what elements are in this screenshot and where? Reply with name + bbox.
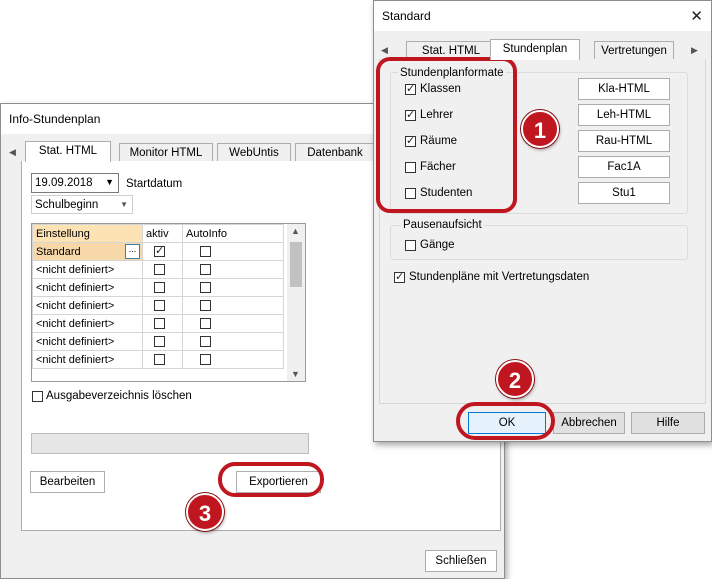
tab-stat-html[interactable]: Stat. HTML bbox=[25, 141, 111, 162]
table-scrollbar[interactable]: ▲ ▼ bbox=[287, 224, 305, 381]
tab-stundenplan[interactable]: Stundenplan bbox=[490, 39, 580, 60]
scrollbar-thumb[interactable] bbox=[290, 242, 302, 287]
callout-badge-3: 3 bbox=[186, 493, 224, 531]
faecher-format-field[interactable]: Fac1A bbox=[578, 156, 670, 178]
export-highlight-ring bbox=[218, 462, 324, 497]
autoinfo-checkbox[interactable] bbox=[200, 336, 211, 347]
aktiv-checkbox[interactable] bbox=[154, 282, 165, 293]
autoinfo-checkbox[interactable] bbox=[200, 300, 211, 311]
aktiv-checkbox[interactable] bbox=[154, 244, 165, 257]
studenten-format-field[interactable]: Stu1 bbox=[578, 182, 670, 204]
edit-button[interactable]: Bearbeiten bbox=[30, 471, 105, 493]
autoinfo-checkbox[interactable] bbox=[200, 282, 211, 293]
table-row[interactable]: <nicht definiert> bbox=[32, 350, 284, 369]
column-header-autoinfo[interactable]: AutoInfo bbox=[182, 224, 284, 243]
close-button[interactable]: Schließen bbox=[425, 550, 497, 572]
ellipsis-button[interactable]: ... bbox=[125, 244, 140, 259]
chevron-down-icon: ▼ bbox=[105, 177, 114, 187]
aktiv-checkbox[interactable] bbox=[154, 336, 165, 347]
tab-scroll-left-icon[interactable]: ◀ bbox=[9, 147, 16, 158]
tab-webuntis[interactable]: WebUntis bbox=[217, 143, 291, 161]
start-mode-value: Schulbeginn bbox=[35, 199, 99, 211]
with-substitutions-checkbox[interactable] bbox=[394, 270, 405, 283]
aktiv-checkbox[interactable] bbox=[154, 264, 165, 275]
table-row[interactable]: <nicht definiert> bbox=[32, 332, 284, 351]
setting-name: <nicht definiert> bbox=[32, 296, 143, 315]
tab-monitor-html[interactable]: Monitor HTML bbox=[119, 143, 213, 161]
table-row[interactable]: <nicht definiert> bbox=[32, 296, 284, 315]
tab-scroll-left-icon[interactable]: ◀ bbox=[381, 45, 388, 56]
start-date-value: 19.09.2018 bbox=[35, 177, 93, 189]
clear-output-checkbox[interactable] bbox=[32, 391, 43, 402]
with-substitutions-label: Stundenpläne mit Vertretungsdaten bbox=[409, 271, 590, 283]
callout-badge-2: 2 bbox=[496, 360, 534, 398]
progress-bar bbox=[31, 433, 309, 454]
scroll-down-icon[interactable]: ▼ bbox=[291, 369, 300, 379]
table-row[interactable]: <nicht definiert> bbox=[32, 278, 284, 297]
clear-output-label: Ausgabeverzeichnis löschen bbox=[46, 390, 192, 402]
aktiv-checkbox[interactable] bbox=[154, 354, 165, 365]
chevron-down-icon: ▼ bbox=[120, 200, 128, 209]
autoinfo-checkbox[interactable] bbox=[200, 246, 211, 257]
table-header-row: Einstellung aktiv AutoInfo bbox=[32, 224, 284, 243]
gaenge-checkbox[interactable] bbox=[405, 240, 416, 251]
scroll-up-icon[interactable]: ▲ bbox=[291, 226, 300, 236]
table-row[interactable]: <nicht definiert> bbox=[32, 314, 284, 333]
standard-titlebar: Standard ✕ bbox=[374, 1, 711, 31]
raeume-format-field[interactable]: Rau-HTML bbox=[578, 130, 670, 152]
info-window-title: Info-Stundenplan bbox=[9, 112, 101, 126]
help-button[interactable]: Hilfe bbox=[631, 412, 705, 434]
aktiv-checkbox[interactable] bbox=[154, 300, 165, 311]
callout-badge-1: 1 bbox=[521, 110, 559, 148]
cancel-button[interactable]: Abbrechen bbox=[553, 412, 625, 434]
start-date-label: Startdatum bbox=[126, 178, 183, 190]
klassen-format-field[interactable]: Kla-HTML bbox=[578, 78, 670, 100]
breaks-group-label: Pausenaufsicht bbox=[401, 219, 484, 231]
table-row[interactable]: <nicht definiert> bbox=[32, 260, 284, 279]
gaenge-label: Gänge bbox=[420, 239, 455, 251]
autoinfo-checkbox[interactable] bbox=[200, 264, 211, 275]
setting-name: <nicht definiert> bbox=[32, 278, 143, 297]
aktiv-checkbox[interactable] bbox=[154, 318, 165, 329]
autoinfo-checkbox[interactable] bbox=[200, 318, 211, 329]
start-date-picker[interactable]: 19.09.2018 ▼ bbox=[31, 173, 119, 193]
tab-vertretungen[interactable]: Vertretungen bbox=[594, 41, 674, 59]
tab-datenbank[interactable]: Datenbank bbox=[295, 143, 375, 161]
lehrer-format-field[interactable]: Leh-HTML bbox=[578, 104, 670, 126]
formats-highlight-ring bbox=[376, 57, 517, 213]
setting-name: <nicht definiert> bbox=[32, 350, 143, 369]
setting-name: <nicht definiert> bbox=[32, 332, 143, 351]
setting-name: Standard bbox=[36, 245, 81, 258]
column-header-aktiv[interactable]: aktiv bbox=[142, 224, 183, 243]
table-row[interactable]: Standard ... bbox=[32, 242, 284, 261]
setting-name: <nicht definiert> bbox=[32, 260, 143, 279]
settings-table: Einstellung aktiv AutoInfo Standard ... … bbox=[31, 223, 306, 382]
autoinfo-checkbox[interactable] bbox=[200, 354, 211, 365]
column-header-einstellung[interactable]: Einstellung bbox=[32, 224, 143, 243]
close-icon[interactable]: ✕ bbox=[690, 7, 703, 25]
standard-dialog-title: Standard bbox=[382, 9, 431, 23]
start-mode-select[interactable]: Schulbeginn ▼ bbox=[31, 195, 133, 214]
ok-highlight-ring bbox=[456, 402, 555, 440]
setting-name: <nicht definiert> bbox=[32, 314, 143, 333]
